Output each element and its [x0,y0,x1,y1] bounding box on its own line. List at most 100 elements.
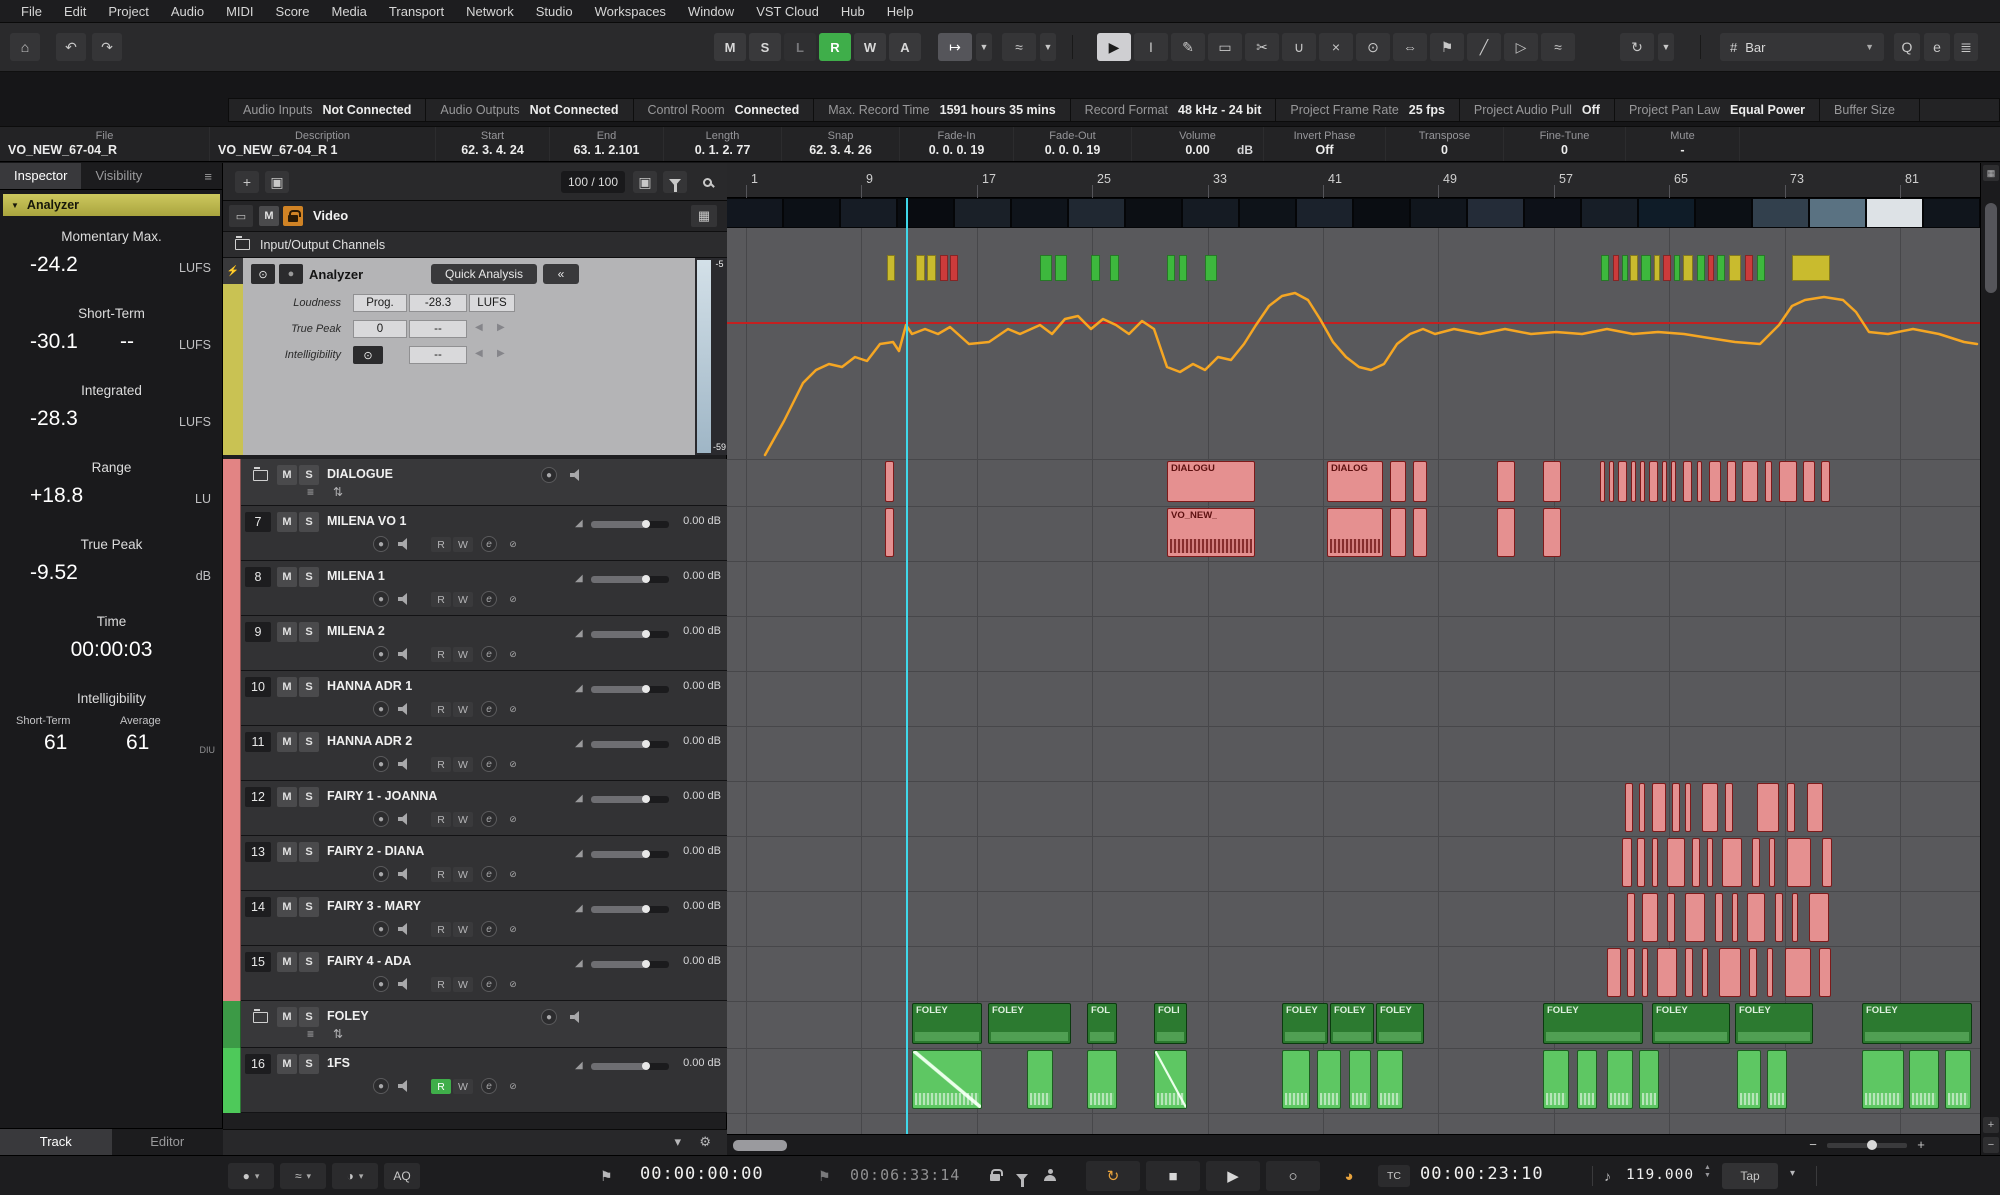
tab-visibility[interactable]: Visibility [81,163,156,189]
audio-clip[interactable] [1722,838,1742,887]
auto-scroll-dropdown[interactable]: ▼ [976,33,992,61]
audio-clip[interactable] [1787,783,1795,832]
menu-score[interactable]: Score [265,0,321,23]
draw-tool[interactable]: ✎ [1171,33,1205,61]
audio-clip[interactable] [1715,893,1723,942]
arranger-marker[interactable] [1683,255,1693,281]
audio-clip[interactable] [1767,1050,1787,1109]
audio-clip[interactable] [1413,461,1427,502]
arranger-marker[interactable] [1055,255,1067,281]
mute-button[interactable]: M [277,512,297,532]
audio-clip[interactable] [1282,1050,1310,1109]
mute-button[interactable]: M [277,1054,297,1074]
audio-clip[interactable] [1390,461,1406,502]
scrollbar-thumb[interactable] [1985,203,1997,293]
audio-clip[interactable]: VO_NEW_ [1167,508,1255,557]
track-milena-vo-1[interactable]: 7MSMILENA VO 1◢0.00 dB●RWe⊘ [223,506,727,561]
snap-to-zero-button[interactable]: ≈ [1002,33,1036,61]
lock-button[interactable] [283,206,303,226]
menu-midi[interactable]: MIDI [215,0,264,23]
audio-clip[interactable] [1945,1050,1971,1109]
automation-r-button[interactable]: R [819,33,851,61]
audio-clip[interactable] [1637,838,1645,887]
audio-clip[interactable] [1821,461,1830,502]
audio-clip[interactable] [1642,893,1658,942]
bypass-inserts-button[interactable]: ⊘ [505,756,521,772]
arranger-marker[interactable] [1630,255,1638,281]
track-name[interactable]: MILENA 1 [327,569,537,585]
monitor-button[interactable] [395,646,413,662]
solo-button[interactable]: S [299,465,319,485]
mute-button[interactable]: M [277,677,297,697]
volume-slider[interactable] [591,961,669,968]
monitor-state-button[interactable]: ● [373,591,389,607]
arranger-marker[interactable] [1091,255,1100,281]
audio-clip[interactable]: FOLEY [1376,1003,1424,1044]
audio-clip[interactable] [1787,838,1811,887]
write-button[interactable]: W [453,757,473,772]
audio-clip[interactable] [1377,1050,1403,1109]
automation-a-button[interactable]: A [889,33,921,61]
solo-button[interactable]: S [299,512,319,532]
audio-clip[interactable] [1769,838,1775,887]
audio-clip[interactable]: FOLEY [988,1003,1071,1044]
audio-clip[interactable] [1609,461,1614,502]
monitor-button[interactable] [395,756,413,772]
track-fairy-1-joanna[interactable]: 12MSFAIRY 1 - JOANNA◢0.00 dB●RWe⊘ [223,781,727,836]
audio-clip[interactable] [1657,948,1677,997]
playhead-cursor[interactable] [906,198,908,1134]
audio-clip[interactable] [1809,893,1829,942]
chevron-down-icon[interactable]: ▾ [674,1134,681,1150]
track-color-strip[interactable] [223,836,241,891]
monitor-button[interactable] [395,811,413,827]
audio-clip[interactable] [1822,838,1832,887]
read-button[interactable]: R [431,812,451,827]
arrangement-area[interactable]: DIALOGUDIALOGVO_NEW_FOLEYFOLEYFOLFOLIFOL… [727,228,1980,1134]
arranger-marker[interactable] [1697,255,1705,281]
audio-record-mode-button[interactable]: ≈▾ [280,1163,326,1189]
prev-arrow-icon[interactable]: ◀ [475,322,483,333]
monitor-state-button[interactable]: ● [373,866,389,882]
solo-button[interactable]: S [299,842,319,862]
bypass-inserts-button[interactable]: ⊘ [505,811,521,827]
audio-clip[interactable] [1642,948,1648,997]
solo-button[interactable]: S [299,1007,319,1027]
monitor-button[interactable] [567,467,585,483]
arranger-marker[interactable] [1745,255,1753,281]
redo-button[interactable]: ↷ [92,33,122,61]
track-name[interactable]: DIALOGUE [327,467,527,483]
range-selection-tool[interactable]: I [1134,33,1168,61]
arranger-marker[interactable] [1205,255,1217,281]
menu-edit[interactable]: Edit [53,0,97,23]
arranger-marker[interactable] [950,255,958,281]
auto-scroll-button[interactable]: ↦ [938,33,972,61]
snap-type-dropdown[interactable]: ▼ [1658,33,1674,61]
audio-clip[interactable] [1662,461,1667,502]
arranger-marker[interactable] [1613,255,1619,281]
param-value[interactable]: LUFS [469,294,515,312]
audio-clip[interactable] [885,508,894,557]
audio-clip[interactable] [1685,783,1691,832]
record-button[interactable]: ○ [1266,1161,1320,1191]
track-color-strip[interactable] [223,459,241,506]
audio-clip[interactable] [1697,461,1702,502]
solo-button[interactable]: S [299,677,319,697]
edit-channel-button[interactable]: e [481,1078,497,1094]
param-value[interactable]: Prog. [353,294,407,312]
line-tool[interactable]: ╱ [1467,33,1501,61]
track-name[interactable]: FAIRY 4 - ADA [327,954,537,970]
info-file[interactable]: FileVO_NEW_67-04_R [0,127,210,161]
track-hanna-adr-1[interactable]: 10MSHANNA ADR 1◢0.00 dB●RWe⊘ [223,671,727,726]
power-button[interactable]: ⊙ [251,264,275,284]
vertical-scrollbar[interactable]: ▦ + − [1980,163,2000,1155]
audio-clip[interactable] [885,461,894,502]
write-button[interactable]: W [453,867,473,882]
edit-channel-button[interactable]: e [481,536,497,552]
zoom-out-button[interactable]: − [1983,1137,1999,1153]
solo-button[interactable]: S [299,787,319,807]
monitor-state-button[interactable]: ● [373,701,389,717]
zoom-slider[interactable] [1827,1143,1907,1148]
track-color-strip[interactable] [223,616,241,671]
audio-clip[interactable] [1607,948,1621,997]
audio-clip[interactable]: FOLEY [1543,1003,1643,1044]
